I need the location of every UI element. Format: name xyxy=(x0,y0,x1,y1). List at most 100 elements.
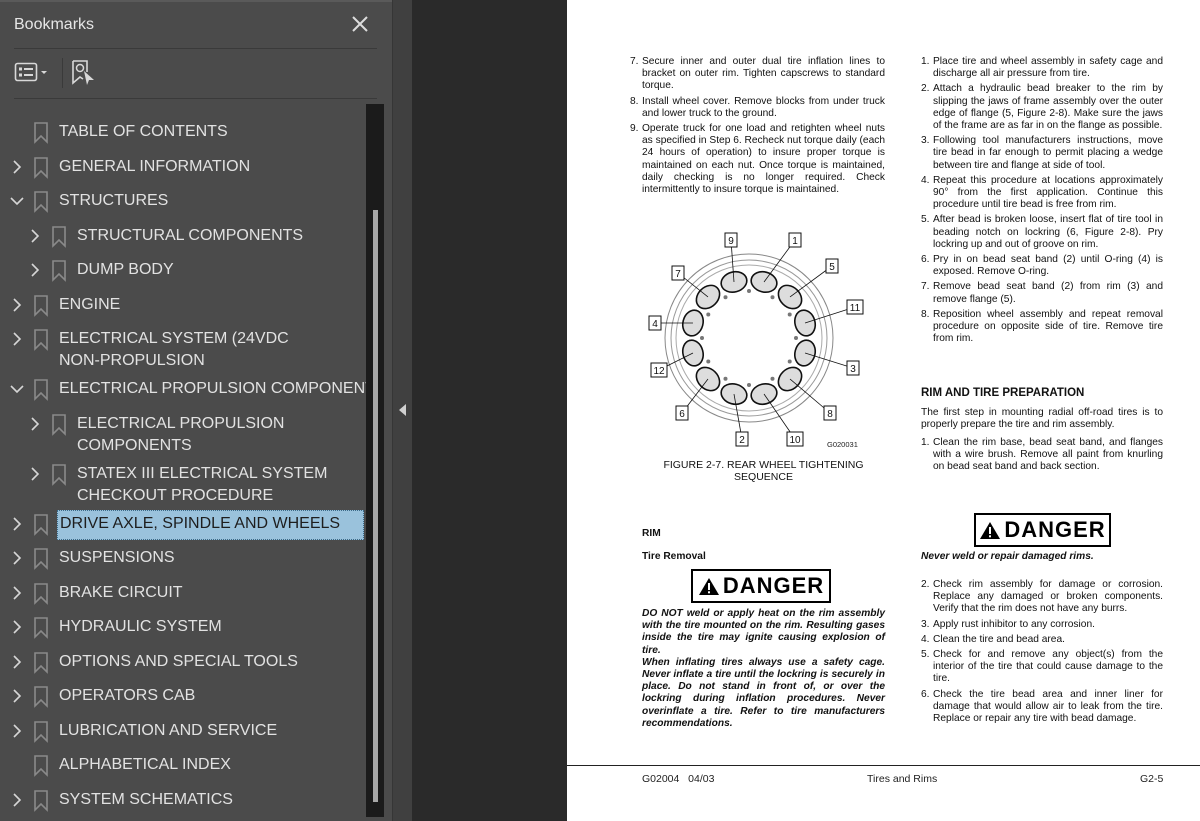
nut-ellipse xyxy=(695,366,721,392)
chevron-right-icon[interactable] xyxy=(10,688,24,704)
chevron-right-icon[interactable] xyxy=(10,723,24,739)
chevron-right-icon[interactable] xyxy=(28,466,42,482)
step-item: 4. Repeat this procedure at locations app… xyxy=(921,174,1163,211)
collapse-sidebar-button[interactable] xyxy=(392,0,412,821)
bookmark-label: BRAKE CIRCUIT xyxy=(59,583,183,601)
divider xyxy=(14,48,377,49)
bolt-dot xyxy=(700,336,704,340)
bookmark-icon xyxy=(34,789,48,812)
chevron-right-icon[interactable] xyxy=(10,654,24,670)
find-current-bookmark-button[interactable] xyxy=(70,58,98,88)
rim-heading: RIM xyxy=(642,528,661,539)
step-item: 1. Place tire and wheel assembly in safet… xyxy=(921,56,1163,80)
step-item: 7. Secure inner and outer dual tire infla… xyxy=(630,56,885,92)
step-item: 5. After bead is broken loose, insert fla… xyxy=(921,214,1163,250)
nut-ellipse xyxy=(750,270,778,294)
chevron-right-icon[interactable] xyxy=(28,416,42,432)
close-panel-button[interactable] xyxy=(349,13,371,35)
chevron-right-icon[interactable] xyxy=(28,228,42,244)
step-item: 4. Clean the tire and bead area. xyxy=(921,633,1065,645)
bookmark-label: HYDRAULIC SYSTEM xyxy=(59,618,222,635)
bookmark-icon xyxy=(34,686,48,708)
bookmark-tree: TABLE OF CONTENTS GENERAL INFORMATION STRU… xyxy=(0,104,366,821)
bookmark-label: TABLE OF CONTENTS xyxy=(59,123,228,140)
bookmark-icon xyxy=(34,379,48,401)
footer-section: Tires and Rims xyxy=(867,773,938,785)
wheel-nut xyxy=(720,382,748,406)
bookmark-label: DRIVE AXLE, SPINDLE AND WHEELS xyxy=(57,509,364,540)
bookmark-label: SUSPENSIONS xyxy=(59,549,175,566)
bookmark-icon xyxy=(34,720,48,743)
prep-steps-1: 1. Clean the rim base, bead seat band, an… xyxy=(921,437,1163,477)
nut-ellipse xyxy=(681,339,705,367)
bookmark-icon xyxy=(34,513,48,536)
nut-ellipse xyxy=(720,382,748,406)
bookmark-label: OPTIONS AND SPECIAL TOOLS xyxy=(59,652,298,670)
warning-triangle-icon xyxy=(980,521,1001,539)
bolt-dot xyxy=(770,376,775,381)
bookmark-icon xyxy=(52,463,66,486)
bolt-dot xyxy=(723,295,728,300)
callout-number: 11 xyxy=(850,303,861,314)
chevron-right-icon[interactable] xyxy=(10,516,24,532)
chevron-right-icon[interactable] xyxy=(10,550,24,566)
bookmark-label: GENERAL INFORMATION xyxy=(59,157,251,175)
step-item: 1. Clean the rim base, bead seat band, an… xyxy=(921,437,1163,473)
panel-title: Bookmarks xyxy=(14,16,95,33)
bolt-dot xyxy=(723,376,728,381)
callout-number: 6 xyxy=(679,409,685,420)
chevron-right-icon[interactable] xyxy=(10,619,24,635)
chevron-right-icon[interactable] xyxy=(28,262,42,278)
bookmark-icon xyxy=(34,582,48,605)
bookmark-icon xyxy=(34,329,48,351)
toolbar-separator xyxy=(62,58,63,88)
bookmark-icon xyxy=(34,156,48,179)
right-column-steps: 1. Place tire and wheel assembly in safet… xyxy=(921,56,1163,348)
callout-number: 1 xyxy=(792,236,798,247)
options-menu-button[interactable] xyxy=(14,60,54,86)
step-item: 6. Pry in on bead seat band (2) until O-r… xyxy=(921,254,1163,278)
danger-warning-text: Never weld or repair damaged rims. xyxy=(921,551,1094,562)
bolt-dot xyxy=(747,383,751,387)
nut-ellipse xyxy=(720,270,748,294)
bolt-dot xyxy=(787,312,792,317)
step-item: 7. Remove bead seat band (2) from rim (3)… xyxy=(921,281,1163,305)
callout-number: 3 xyxy=(850,364,856,375)
bookmark-label: OPERATORS CAB xyxy=(59,687,196,704)
bookmark-label: ELECTRICAL PROPULSION COMPONENTS xyxy=(77,414,285,454)
nut-ellipse xyxy=(750,382,778,406)
bookmark-scrollbar-thumb[interactable] xyxy=(373,210,378,802)
bolt-dot xyxy=(770,295,775,300)
danger-box: DANGER xyxy=(974,513,1111,547)
wheel-nut xyxy=(793,309,817,337)
step-item: 9. Operate truck for one load and retight… xyxy=(630,123,885,196)
bookmark-label: ENGINE xyxy=(59,295,121,313)
close-icon xyxy=(352,16,368,32)
bookmark-icon xyxy=(52,260,66,282)
bookmark-label: STRUCTURAL COMPONENTS xyxy=(77,226,304,244)
step-item: 8. Reposition wheel assembly and repeat r… xyxy=(921,308,1163,345)
wheel-outer-ring xyxy=(664,253,834,423)
chevron-right-icon[interactable] xyxy=(10,792,24,808)
chevron-down-icon[interactable] xyxy=(10,381,24,397)
chevron-right-icon[interactable] xyxy=(10,159,24,175)
chevron-right-icon[interactable] xyxy=(10,585,24,601)
wheel-nut xyxy=(720,270,748,294)
callout-number: 8 xyxy=(827,409,833,420)
prep-steps-2: 2. Check rim assembly for damage or corro… xyxy=(921,579,1163,728)
bookmark-icon xyxy=(34,191,48,213)
bookmark-icon xyxy=(52,225,66,248)
callout-number: 12 xyxy=(653,366,665,377)
bookmark-label: LUBRICATION AND SERVICE xyxy=(59,721,278,739)
bookmark-label: STATEX III ELECTRICAL SYSTEM CHECKOUT PRO… xyxy=(77,464,328,504)
bookmark-icon xyxy=(34,617,48,639)
wheel-nut xyxy=(793,339,817,367)
bookmarks-panel: Bookmarks TABLE OF CONTENTS GENERAL INFOR… xyxy=(0,0,392,821)
chevron-right-icon[interactable] xyxy=(10,331,24,347)
divider xyxy=(14,98,377,99)
warning-triangle-icon xyxy=(698,577,719,595)
wheel-nut xyxy=(750,270,778,294)
chevron-right-icon[interactable] xyxy=(10,297,24,313)
chevron-down-icon[interactable] xyxy=(10,193,24,209)
step-item: 3. Following tool manufacturers instructi… xyxy=(921,135,1163,171)
